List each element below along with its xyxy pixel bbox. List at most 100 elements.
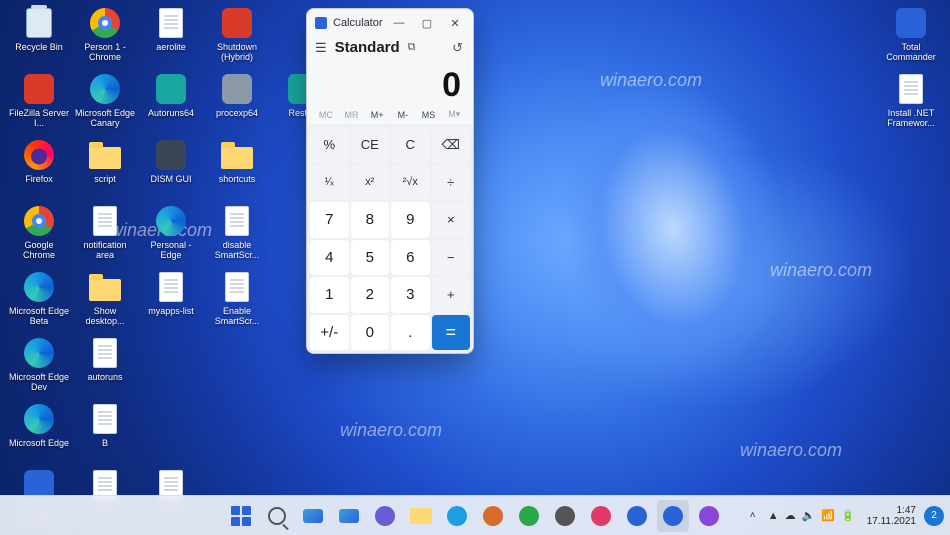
desktop[interactable]: Recycle Bin FileZilla Server I...FirefoxG… (0, 0, 950, 495)
system-tray[interactable]: ▲ ☁ 🔈 📶 🔋 (764, 509, 859, 522)
desktop-icon[interactable]: Install .NET Framewor... (878, 70, 944, 136)
key-=[interactable]: = (432, 315, 471, 351)
desktop-icon[interactable]: Personal - Edge (138, 202, 204, 268)
desktop-icon[interactable]: B (72, 400, 138, 466)
minimize-button[interactable]: — (385, 11, 413, 35)
taskbar-app-4[interactable] (585, 500, 617, 532)
memory-ms[interactable]: MS (416, 109, 442, 120)
key-+[interactable]: + (432, 277, 471, 313)
clock[interactable]: 1:47 17.11.2021 (861, 505, 922, 527)
key-8[interactable]: 8 (351, 202, 390, 238)
key-²√x[interactable]: ²√x (391, 165, 430, 201)
tray-icon[interactable]: 🔈 (802, 509, 816, 522)
tray-icon[interactable]: 📶 (821, 509, 835, 522)
key-1[interactable]: 1 (310, 277, 349, 313)
desktop-icon-label: notification area (74, 240, 136, 260)
tray-overflow-icon[interactable]: ˄ (744, 500, 762, 532)
key-¹⁄ₓ[interactable]: ¹⁄ₓ (310, 165, 349, 201)
key-4[interactable]: 4 (310, 240, 349, 276)
taskbar-calculator[interactable] (657, 500, 689, 532)
calculator-icon (315, 17, 327, 29)
key-÷[interactable]: ÷ (432, 165, 471, 201)
desktop-icon-label: Microsoft Edge Beta (8, 306, 70, 326)
taskbar-app-6[interactable] (693, 500, 725, 532)
taskbar-start[interactable] (225, 500, 257, 532)
key-5[interactable]: 5 (351, 240, 390, 276)
desktop-icon[interactable]: Autoruns64 (138, 70, 204, 136)
key-0[interactable]: 0 (351, 315, 390, 351)
calculator-window[interactable]: Calculator — ▢ ✕ ☰ Standard ⧉ ↺ 0 MCMRM+… (306, 8, 474, 354)
taskbar-chat[interactable] (369, 500, 401, 532)
maximize-button[interactable]: ▢ (413, 11, 441, 35)
memory-m+[interactable]: M+ (364, 109, 390, 120)
tray-icon[interactable]: ▲ (768, 510, 779, 522)
desktop-icon[interactable]: shortcuts (204, 136, 270, 202)
tray-icon[interactable]: ☁ (785, 509, 796, 522)
desktop-icon[interactable]: Microsoft Edge Beta (6, 268, 72, 334)
taskbar-widgets[interactable] (333, 500, 365, 532)
memory-m-[interactable]: M- (390, 109, 416, 120)
taskbar-edge[interactable] (441, 500, 473, 532)
taskbar-app-3[interactable] (549, 500, 581, 532)
desktop-icon[interactable]: Firefox (6, 136, 72, 202)
desktop-icon[interactable]: myapps-list (138, 268, 204, 334)
taskbar-app-5[interactable] (621, 500, 653, 532)
key-3[interactable]: 3 (391, 277, 430, 313)
key-6[interactable]: 6 (391, 240, 430, 276)
desktop-icon-label: Microsoft Edge (8, 438, 70, 448)
desktop-icon[interactable]: notification area (72, 202, 138, 268)
menu-icon[interactable]: ☰ (315, 40, 327, 56)
history-icon[interactable]: ↺ (452, 40, 463, 56)
desktop-icon[interactable]: Microsoft Edge Dev (6, 334, 72, 400)
desktop-icon-label: shortcuts (206, 174, 268, 184)
key-−[interactable]: − (432, 240, 471, 276)
desktop-icon[interactable]: Microsoft Edge Canary (72, 70, 138, 136)
desktop-icon[interactable]: FileZilla Server I... (6, 70, 72, 136)
taskbar-app-2[interactable] (513, 500, 545, 532)
taskbar[interactable]: ˄ ▲ ☁ 🔈 📶 🔋 1:47 17.11.2021 2 (0, 495, 950, 535)
desktop-icon[interactable]: Microsoft Edge (6, 400, 72, 466)
titlebar[interactable]: Calculator — ▢ ✕ (307, 9, 473, 37)
key-CE[interactable]: CE (351, 127, 390, 163)
key-+/-[interactable]: +/- (310, 315, 349, 351)
notification-badge[interactable]: 2 (924, 506, 944, 526)
keep-on-top-icon[interactable]: ⧉ (408, 41, 416, 54)
window-title: Calculator (333, 17, 383, 29)
desktop-icon[interactable]: procexp64 (204, 70, 270, 136)
key-%[interactable]: % (310, 127, 349, 163)
keypad: %CEC⌫ ¹⁄ₓx²²√x÷ 789× 456− 123+ +/-0.= (307, 124, 473, 353)
key-C[interactable]: C (391, 127, 430, 163)
key-x²[interactable]: x² (351, 165, 390, 201)
title-left: Calculator (315, 17, 383, 29)
key-9[interactable]: 9 (391, 202, 430, 238)
desktop-icon-label: aerolite (140, 42, 202, 52)
desktop-icon-label: Recycle Bin (8, 42, 70, 52)
desktop-icon-label: Autoruns64 (140, 108, 202, 118)
desktop-icon[interactable]: Recycle Bin (6, 4, 72, 70)
key-7[interactable]: 7 (310, 202, 349, 238)
desktop-icon[interactable]: Total Commander (878, 4, 944, 70)
desktop-icon[interactable]: DISM GUI (138, 136, 204, 202)
close-button[interactable]: ✕ (441, 11, 469, 35)
desktop-icon[interactable]: autoruns (72, 334, 138, 400)
taskbar-file-explorer[interactable] (405, 500, 437, 532)
desktop-icon[interactable]: Show desktop... (72, 268, 138, 334)
desktop-icon[interactable]: Enable SmartScr... (204, 268, 270, 334)
key-.[interactable]: . (391, 315, 430, 351)
clock-time: 1:47 (867, 505, 916, 516)
key-2[interactable]: 2 (351, 277, 390, 313)
desktop-icon[interactable]: aerolite (138, 4, 204, 70)
tray-icon[interactable]: 🔋 (841, 509, 855, 522)
taskbar-task-view[interactable] (297, 500, 329, 532)
key-×[interactable]: × (432, 202, 471, 238)
desktop-icon[interactable]: Shutdown (Hybrid) (204, 4, 270, 70)
desktop-icon[interactable]: Google Chrome (6, 202, 72, 268)
desktop-icon[interactable]: disable SmartScr... (204, 202, 270, 268)
clock-date: 17.11.2021 (867, 516, 916, 527)
key-⌫[interactable]: ⌫ (432, 127, 471, 163)
desktop-icon-label: DISM GUI (140, 174, 202, 184)
taskbar-app-1[interactable] (477, 500, 509, 532)
desktop-icon[interactable]: script (72, 136, 138, 202)
desktop-icon[interactable]: Person 1 - Chrome (72, 4, 138, 70)
taskbar-search[interactable] (261, 500, 293, 532)
